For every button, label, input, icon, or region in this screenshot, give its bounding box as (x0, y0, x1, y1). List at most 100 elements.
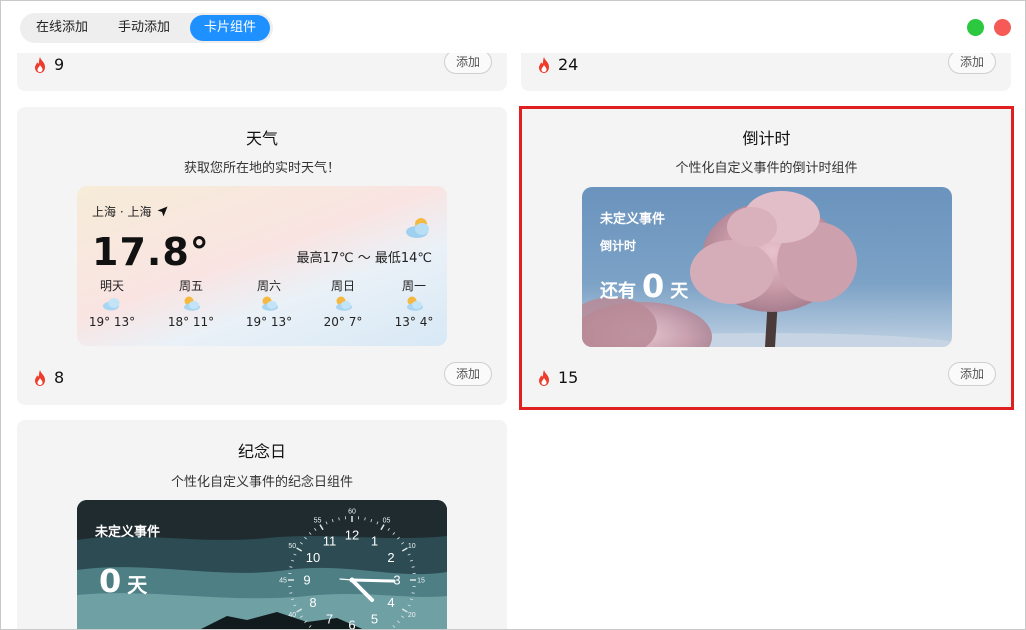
clock-tick (296, 608, 303, 613)
tab-card-widget[interactable]: 卡片组件 (190, 15, 271, 41)
clock-tick (401, 608, 408, 613)
add-button[interactable]: 添加 (444, 362, 492, 386)
clock-tick (293, 553, 297, 556)
clock-hour-hand (350, 578, 374, 602)
clock-hour-label: 4 (387, 595, 394, 610)
fire-icon (539, 369, 549, 386)
countdown-unit: 天 (670, 281, 689, 302)
clock-tick (392, 532, 396, 535)
card-weather[interactable]: 天气 获取您所在地的实时天气！ 上海 · 上海 17.8° 最高17℃ ～ 最低… (17, 107, 507, 405)
anniversary-unit: 天 (127, 573, 148, 597)
clock-tick (314, 527, 317, 531)
cloud-icon (403, 216, 433, 244)
partly-cloudy-icon (384, 293, 444, 313)
app-window: 9 添加 24 添加 天气 获取您所在地的实时天气！ 上海 · 上海 17.8° (0, 0, 1026, 630)
forecast-day-name: 周日 (330, 279, 355, 293)
clock-minute-label: 55 (314, 518, 322, 525)
clock-hour-label: 10 (306, 550, 320, 565)
forecast-day-temp: 18° 11° (167, 315, 215, 329)
hot-count: 24 (536, 55, 578, 74)
countdown-label: 倒计时 (600, 239, 637, 253)
forecast-day: 明天 19° 13° (82, 277, 142, 331)
forecast-day: 周六 19° 13° (239, 277, 299, 331)
countdown-event: 未定义事件 (600, 212, 666, 227)
clock-tick (387, 527, 390, 531)
anniversary-count: 0 天 (99, 562, 147, 600)
card-title: 纪念日 (237, 442, 286, 461)
hot-count-value: 9 (54, 55, 65, 74)
clock-minute-label: 45 (279, 578, 287, 585)
clock-hour-label: 6 (348, 618, 355, 630)
clock-tick (392, 625, 396, 628)
clock-minute-label: 40 (288, 612, 296, 619)
tab-group: 在线添加 手动添加 卡片组件 (20, 13, 273, 43)
add-button[interactable]: 添加 (948, 362, 996, 386)
clock-tick (376, 521, 379, 525)
weather-location-text: 上海 · 上海 (92, 205, 152, 219)
clock-tick (397, 620, 400, 624)
tab-online-add[interactable]: 在线添加 (22, 15, 102, 41)
clock-tick (291, 598, 295, 601)
anniversary-event: 未定义事件 (95, 525, 161, 540)
fire-icon (35, 56, 45, 73)
add-button[interactable]: 添加 (948, 50, 996, 74)
forecast-day: 周一 13° 4° (384, 277, 444, 331)
tab-manual-add[interactable]: 手动添加 (104, 15, 184, 41)
clock-minute-label: 50 (288, 543, 296, 550)
clock-tick (409, 598, 413, 601)
clock-tick (308, 532, 312, 535)
clock-tick (401, 547, 408, 552)
clock-center (349, 577, 355, 583)
clock-hour-label: 1 (371, 534, 378, 549)
partly-cloudy-icon (161, 293, 221, 313)
location-arrow-icon (157, 206, 168, 217)
card-title: 倒计时 (742, 129, 791, 148)
hot-count: 9 (32, 55, 64, 74)
clock-tick (407, 604, 411, 607)
clock-tick (325, 521, 328, 525)
partly-cloudy-icon (313, 293, 373, 313)
forecast-day-name: 明天 (99, 279, 124, 293)
card-countdown[interactable]: 倒计时 个性化自定义事件的倒计时组件 未定义事件 倒计时 还有 0 天 15 添… (519, 106, 1014, 410)
clock-tick (293, 604, 297, 607)
forecast-day-temp: 13° 4° (394, 315, 434, 329)
weather-preview: 上海 · 上海 17.8° 最高17℃ ～ 最低14℃ 明天 19° 13° 周… (77, 186, 447, 346)
card-anniversary[interactable]: 纪念日 个性化自定义事件的纪念日组件 未定义事件 0 天 12 1 2 3 4 5 6 7 8 9… (17, 420, 507, 630)
hot-count-value: 8 (54, 368, 65, 387)
clock-tick (299, 615, 303, 618)
forecast-day: 周日 20° 7° (313, 277, 373, 331)
clock-tick (291, 559, 295, 562)
close-button[interactable] (994, 19, 1011, 36)
forecast-day-temp: 20° 7° (323, 315, 363, 329)
clock-minute-label: 05 (383, 518, 391, 525)
forecast-day: 周五 18° 11° (161, 277, 221, 331)
card-description: 个性化自定义事件的倒计时组件 (675, 161, 858, 176)
clock-tick (299, 542, 303, 545)
clock-tick (296, 547, 303, 552)
clock-minute-label: 20 (408, 612, 416, 619)
clock-tick (411, 592, 415, 594)
countdown-days: 0 (642, 267, 665, 305)
clock-minute-label: 60 (348, 509, 356, 516)
clock-minute-hand (350, 578, 396, 583)
clock-tick (407, 553, 411, 556)
clock-tick (331, 519, 334, 523)
clock-tick (289, 592, 293, 594)
clock-hour-label: 12 (345, 528, 359, 543)
clock-tick (308, 625, 312, 628)
weather-high-low: 最高17℃ ～ 最低14℃ (296, 251, 432, 266)
card-description: 获取您所在地的实时天气！ (183, 161, 340, 176)
forecast-day-name: 周六 (256, 279, 281, 293)
clock-tick (411, 566, 415, 568)
hot-count-value: 24 (558, 55, 579, 74)
clock-tick (319, 524, 324, 531)
clock-hour-label: 8 (309, 595, 316, 610)
clock-hour-label: 7 (326, 611, 333, 626)
add-button[interactable]: 添加 (444, 50, 492, 74)
countdown-preview: 未定义事件 倒计时 还有 0 天 (582, 187, 952, 347)
top-bar: 在线添加 手动添加 卡片组件 (1, 1, 1025, 53)
clock-tick (401, 615, 405, 618)
maximize-button[interactable] (967, 19, 984, 36)
clock-tick (401, 542, 405, 545)
card-description: 个性化自定义事件的纪念日组件 (170, 475, 353, 490)
